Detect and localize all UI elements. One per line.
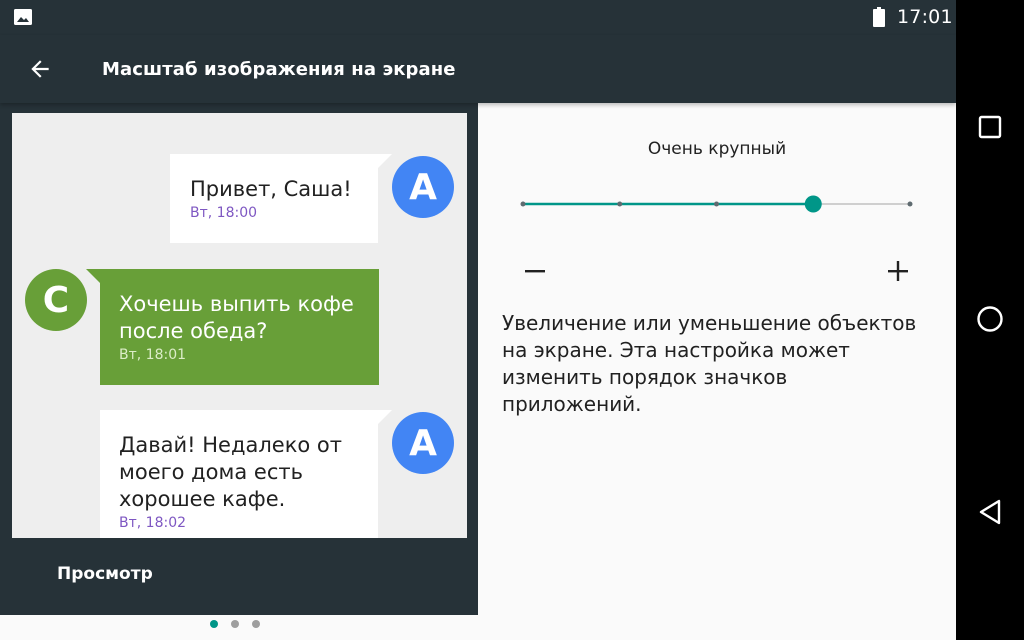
minus-icon <box>525 270 545 273</box>
image-icon <box>14 9 32 25</box>
circle-home-icon <box>977 306 1003 332</box>
back-button[interactable] <box>24 53 56 85</box>
device-screen: 17:01 Масштаб изображения на экране Прив… <box>0 0 956 640</box>
slider-thumb[interactable] <box>804 195 822 213</box>
page-dot[interactable] <box>210 620 218 628</box>
recents-button[interactable] <box>970 107 1010 147</box>
page-dot[interactable] <box>231 620 239 628</box>
message-bubble-incoming: Давай! Недалеко от моего дома есть хорош… <box>100 410 378 538</box>
page-indicator <box>210 620 270 634</box>
avatar: A <box>392 156 454 218</box>
app-bar: Масштаб изображения на экране <box>0 35 956 103</box>
bubble-tail <box>86 269 100 283</box>
status-clock: 17:01 <box>897 6 953 28</box>
message-time: Вт, 18:02 <box>119 515 187 531</box>
message-bubble-outgoing: Хочешь выпить кофе после обеда? Вт, 18:0… <box>100 269 379 385</box>
plus-icon <box>888 261 908 281</box>
message-bubble-incoming: Привет, Саша! Вт, 18:00 <box>170 154 378 243</box>
bubble-tail <box>378 154 392 168</box>
preview-label: Просмотр <box>57 564 153 584</box>
battery-icon <box>873 7 885 27</box>
preview-panel[interactable]: Привет, Саша! Вт, 18:00 A Хочешь выпить … <box>0 103 478 615</box>
increase-size-button[interactable] <box>883 256 913 286</box>
avatar: C <box>25 269 87 331</box>
navigation-bar <box>956 0 1024 640</box>
back-nav-button[interactable] <box>970 492 1010 532</box>
preview-conversation: Привет, Саша! Вт, 18:00 A Хочешь выпить … <box>12 113 467 538</box>
message-text: Давай! Недалеко от моего дома есть хорош… <box>119 433 342 511</box>
bubble-tail <box>378 410 392 424</box>
slider-tick[interactable] <box>520 201 526 207</box>
settings-panel: Очень крупный Увеличение или уменьшение … <box>478 103 956 640</box>
font-size-slider[interactable] <box>518 191 918 217</box>
message-text: Хочешь выпить кофе после обеда? <box>119 292 354 343</box>
avatar: A <box>392 412 454 474</box>
size-label: Очень крупный <box>647 139 787 159</box>
status-bar: 17:01 <box>0 0 956 35</box>
slider-tick[interactable] <box>907 201 913 207</box>
arrow-back-icon <box>31 60 49 78</box>
triangle-back-icon <box>979 499 1001 525</box>
message-text: Привет, Саша! <box>190 177 352 201</box>
home-button[interactable] <box>970 299 1010 339</box>
page-title: Масштаб изображения на экране <box>102 59 456 80</box>
size-description: Увеличение или уменьшение объектов на эк… <box>502 311 917 416</box>
message-time: Вт, 18:00 <box>190 205 258 221</box>
square-recents-icon <box>978 115 1002 139</box>
page-dot[interactable] <box>252 620 260 628</box>
slider-tick[interactable] <box>714 201 719 207</box>
decrease-size-button[interactable] <box>520 256 550 286</box>
slider-tick[interactable] <box>617 201 623 207</box>
message-time: Вт, 18:01 <box>119 347 187 363</box>
